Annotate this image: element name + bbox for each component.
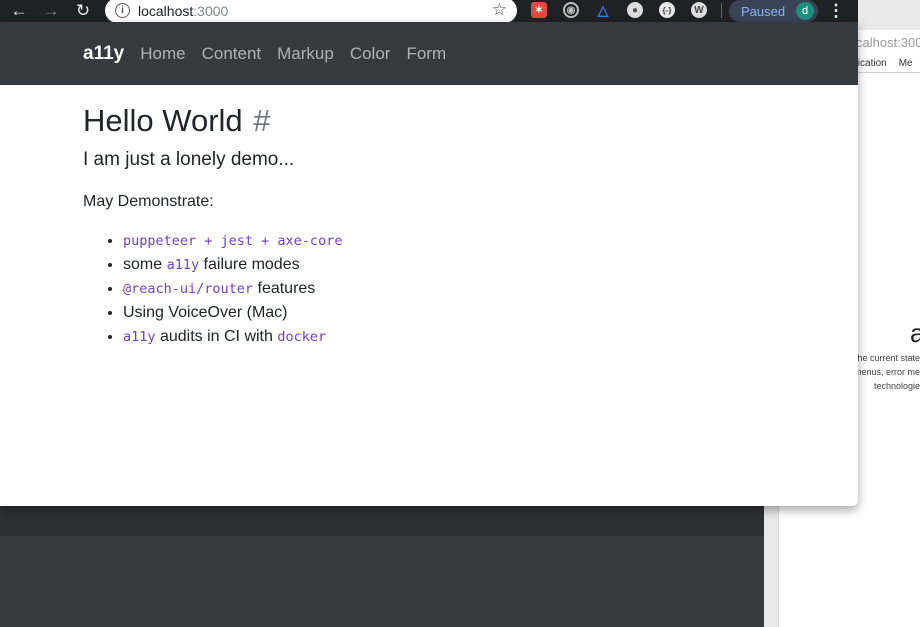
lead-text: I am just a lonely demo... <box>83 149 295 170</box>
reload-icon[interactable]: ↻ <box>72 0 94 22</box>
list-text: audits in CI with <box>155 328 278 345</box>
code-snippet: a11y <box>123 329 156 345</box>
nav-link-color[interactable]: Color <box>350 44 391 64</box>
site-navbar: a11y Home Content Markup Color Form <box>0 22 858 85</box>
page-title: Hello World # <box>83 103 858 139</box>
nav-link-markup[interactable]: Markup <box>277 44 334 64</box>
code-snippet: docker <box>277 329 327 345</box>
nav-link-home[interactable]: Home <box>140 44 185 64</box>
code-snippet: a11y <box>166 257 200 273</box>
more-menu-icon[interactable]: ⋮ <box>828 0 845 22</box>
list-item: puppeteer + jest + axe-core <box>123 229 858 253</box>
wordpress-extension-icon[interactable]: W <box>691 2 707 18</box>
forward-arrow-icon[interactable]: → <box>40 0 62 22</box>
list-text: failure modes <box>199 256 300 273</box>
bug-extension-icon[interactable]: ✶ <box>531 2 547 18</box>
heading-anchor-link[interactable]: # <box>253 103 270 138</box>
avatar: d <box>796 2 814 20</box>
address-bar[interactable]: i localhost:3000 ☆ <box>105 0 517 23</box>
toolbar-divider <box>721 3 722 18</box>
list-item: some a11y failure modes <box>123 253 858 277</box>
list-heading: May Demonstrate: <box>83 193 214 210</box>
back-arrow-icon[interactable]: ← <box>8 0 30 22</box>
list-item: Using VoiceOver (Mac) <box>123 301 858 325</box>
address-url[interactable]: localhost:3000 <box>138 3 228 19</box>
main-content: Hello World # I am just a lonely demo...… <box>0 103 858 349</box>
star-icon[interactable]: ☆ <box>492 0 507 20</box>
list-text: features <box>253 280 316 297</box>
nav-link-content[interactable]: Content <box>202 44 262 64</box>
background-tab: Me <box>898 57 913 69</box>
background-glyph: a <box>910 318 920 348</box>
info-icon[interactable]: i <box>115 3 130 18</box>
profile-status: Paused <box>741 3 786 19</box>
list-item: a11y audits in CI with docker <box>123 325 858 349</box>
feature-list: puppeteer + jest + axe-core some a11y fa… <box>83 229 858 349</box>
nav-link-form[interactable]: Form <box>406 44 446 64</box>
dev-extension-icon[interactable]: {-} <box>659 2 675 18</box>
background-window-tabs: plication Me <box>850 54 920 73</box>
code-snippet: @reach-ui/router <box>123 281 254 297</box>
triangle-extension-icon[interactable]: △ <box>595 2 611 18</box>
code-snippet: puppeteer + jest + axe-core <box>123 233 343 249</box>
list-item: @reach-ui/router features <box>123 277 858 301</box>
browser-viewport: a11y Home Content Markup Color Form Hell… <box>0 22 858 506</box>
browser-toolbar: ← → ↻ i localhost:3000 ☆ ✶ ◉ △ ● {-} W P… <box>0 0 858 23</box>
list-text: some <box>123 256 167 273</box>
navbar-brand[interactable]: a11y <box>83 43 124 65</box>
profile-button[interactable]: Paused d <box>729 0 818 22</box>
background-window-url: calhost:3000 <box>856 35 920 50</box>
record-extension-icon[interactable]: ● <box>627 2 643 18</box>
target-extension-icon[interactable]: ◉ <box>563 2 579 18</box>
title-text: Hello World <box>83 103 243 138</box>
list-text: Using VoiceOver (Mac) <box>123 304 288 321</box>
